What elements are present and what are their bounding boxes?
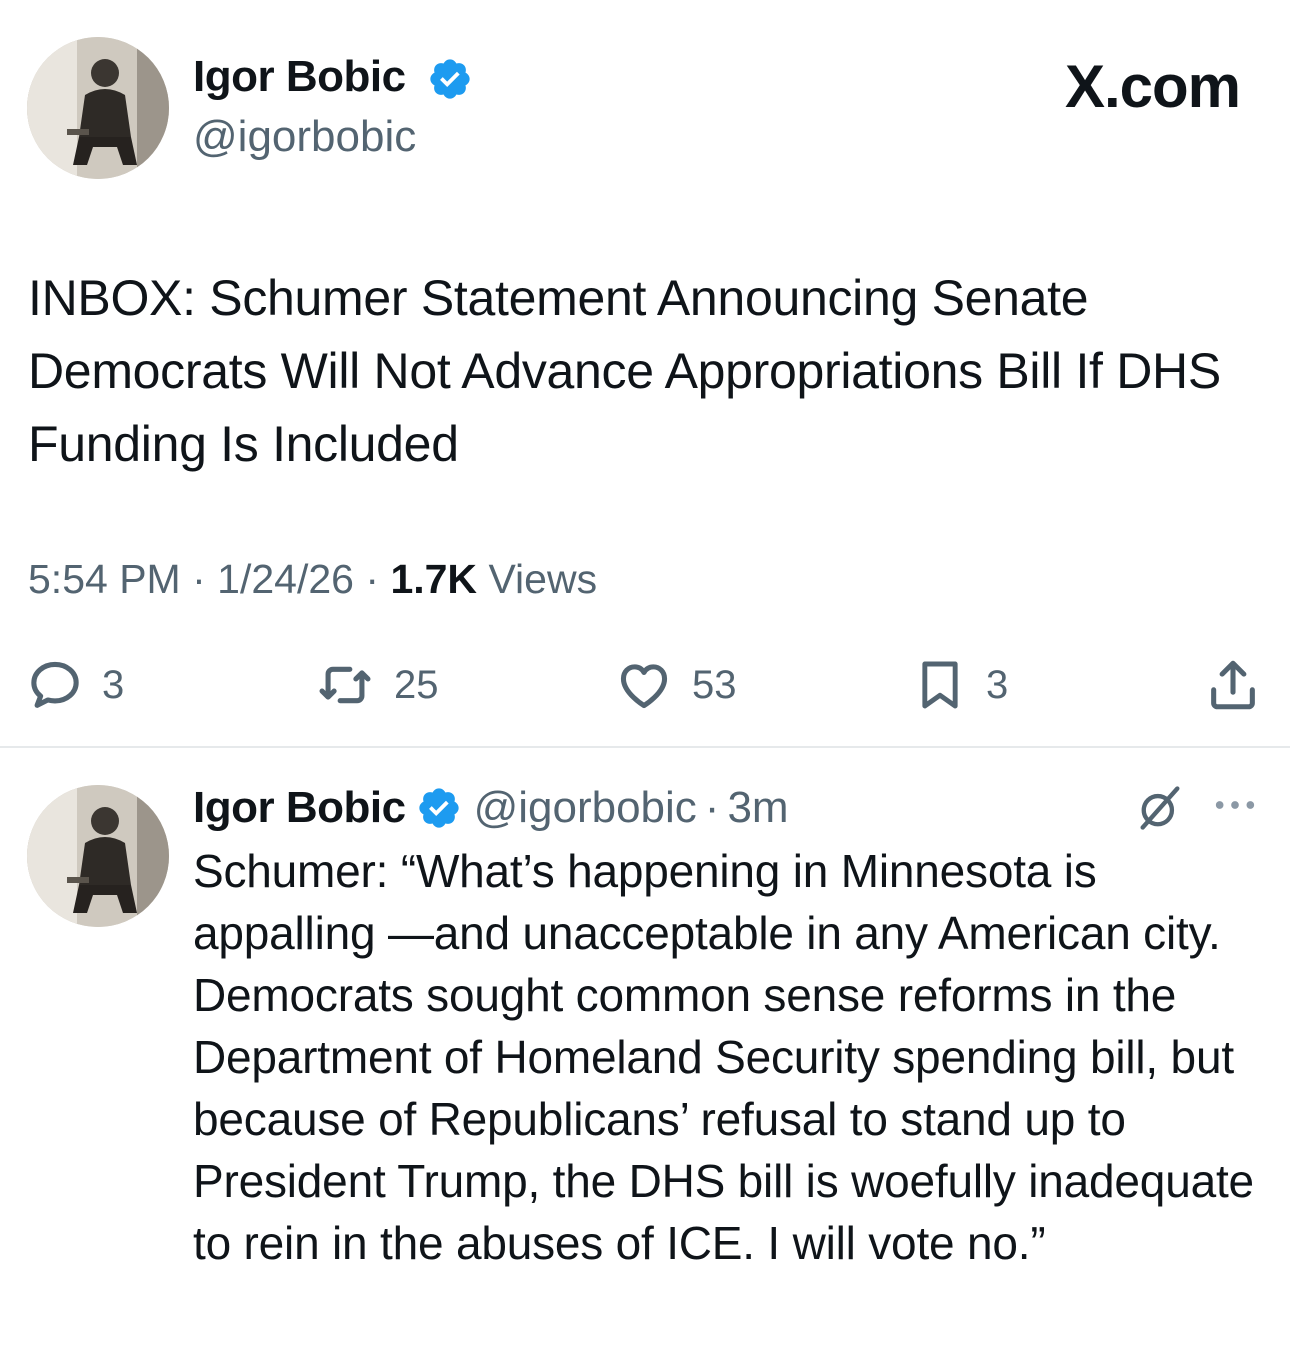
repost-arrows-icon — [319, 666, 371, 704]
reply-count: 3 — [102, 662, 125, 707]
reply-time[interactable]: 3m — [727, 783, 788, 833]
verified-badge-icon — [430, 59, 470, 99]
author-name[interactable]: Igor Bobic — [193, 52, 406, 102]
reply-text: Schumer: “What’s happening in Minnesota … — [193, 845, 1254, 1269]
meta-separator: · — [365, 556, 380, 602]
bookmark-button[interactable]: 3 — [912, 655, 1008, 715]
reply-author-name[interactable]: Igor Bobic — [193, 783, 406, 833]
share-upload-icon — [1211, 660, 1255, 710]
divider — [0, 746, 1290, 748]
more-dots-icon[interactable] — [1212, 790, 1258, 820]
tweet-time[interactable]: 5:54 PM — [28, 556, 181, 602]
tweet-date[interactable]: 1/24/26 — [217, 556, 354, 602]
meta-separator: · — [704, 783, 720, 832]
heart-icon — [620, 664, 668, 709]
verified-badge-icon — [418, 788, 459, 828]
tweet-meta: 5:54 PM · 1/24/26 · 1.7K Views — [28, 556, 597, 603]
like-count: 53 — [692, 662, 737, 707]
bookmark-icon — [922, 661, 958, 709]
tweet-text: INBOX: Schumer Statement Announcing Sena… — [28, 270, 1221, 472]
reply-author-handle[interactable]: @igorbobic — [474, 783, 697, 833]
bookmark-count: 3 — [986, 662, 1009, 707]
views-label: Views — [488, 556, 598, 602]
like-button[interactable]: 53 — [614, 655, 737, 715]
author-avatar[interactable] — [27, 37, 169, 179]
views-count[interactable]: 1.7K — [390, 556, 477, 602]
reply-button[interactable]: 3 — [26, 655, 124, 715]
meta-separator: · — [192, 556, 206, 602]
repost-button[interactable]: 25 — [314, 655, 439, 715]
reply-header: Igor Bobic @igorbobic · 3m — [193, 780, 789, 836]
reply-author-avatar[interactable] — [27, 785, 169, 927]
brand-logo: X.com — [1064, 53, 1241, 120]
author-handle[interactable]: @igorbobic — [193, 112, 416, 162]
grok-slash-icon[interactable] — [1134, 782, 1186, 834]
share-button[interactable] — [1204, 655, 1262, 715]
repost-count: 25 — [394, 662, 439, 707]
reply-bubble-icon — [31, 661, 79, 708]
